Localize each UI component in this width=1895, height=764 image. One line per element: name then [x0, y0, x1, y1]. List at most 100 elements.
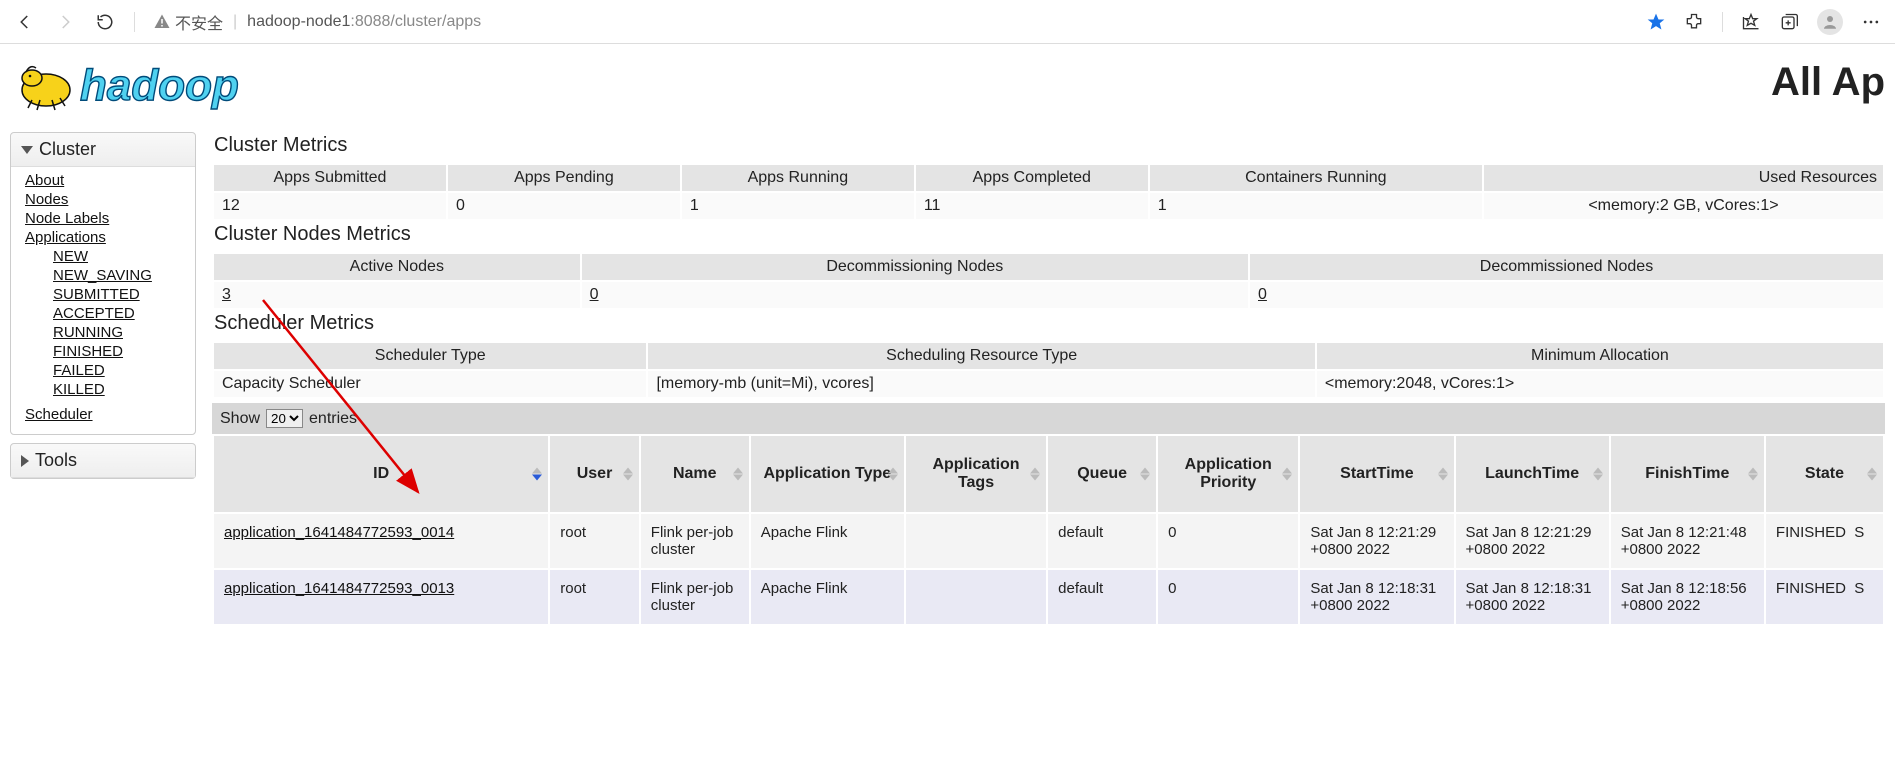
th-apps-completed: Apps Completed: [915, 164, 1149, 192]
td-scheduler-type: Capacity Scheduler: [213, 370, 647, 398]
td-apps-pending: 0: [447, 192, 681, 220]
extension-icon[interactable]: [1684, 12, 1704, 32]
sidebar-link-submitted[interactable]: SUBMITTED: [53, 285, 185, 304]
page-title: All Ap: [1771, 60, 1885, 105]
cell-app-tags: [905, 569, 1047, 625]
profile-avatar[interactable]: [1817, 9, 1843, 35]
th-decommissioning-nodes: Decommissioning Nodes: [581, 253, 1249, 281]
separator: [134, 12, 135, 32]
cell-state: FINISHED S: [1765, 513, 1884, 569]
entries-select[interactable]: 20: [266, 409, 303, 428]
td-active-nodes: 3: [213, 281, 581, 309]
th-id[interactable]: ID: [213, 435, 549, 513]
sidebar-link-about[interactable]: About: [25, 171, 185, 190]
td-min-allocation: <memory:2048, vCores:1>: [1316, 370, 1884, 398]
cell-launch: Sat Jan 8 12:18:31 +0800 2022: [1455, 569, 1610, 625]
favorites-icon[interactable]: [1741, 12, 1761, 32]
star-icon[interactable]: [1646, 12, 1666, 32]
collections-icon[interactable]: [1779, 12, 1799, 32]
entries-length-control: Show 20 entries: [212, 403, 1885, 434]
sidebar-link-finished[interactable]: FINISHED: [53, 342, 185, 361]
sidebar-link-scheduler[interactable]: Scheduler: [25, 405, 185, 424]
sidebar-link-running[interactable]: RUNNING: [53, 323, 185, 342]
sidebar-link-new[interactable]: NEW: [53, 247, 185, 266]
section-title-nodes-metrics: Cluster Nodes Metrics: [214, 223, 1885, 246]
th-active-nodes: Active Nodes: [213, 253, 581, 281]
collapse-icon: [21, 146, 33, 154]
td-used-resources: <memory:2 GB, vCores:1>: [1483, 192, 1884, 220]
cell-app-type: Apache Flink: [750, 513, 905, 569]
security-label: 不安全: [175, 10, 223, 34]
expand-icon: [21, 455, 29, 467]
scheduler-metrics-table: Scheduler Type Scheduling Resource Type …: [212, 341, 1885, 399]
sidebar-link-failed[interactable]: FAILED: [53, 361, 185, 380]
th-priority[interactable]: Application Priority: [1157, 435, 1299, 513]
more-icon[interactable]: [1861, 12, 1881, 32]
th-containers-running: Containers Running: [1149, 164, 1483, 192]
cluster-metrics-table: Apps Submitted Apps Pending Apps Running…: [212, 163, 1885, 221]
app-id-link[interactable]: application_1641484772593_0014: [224, 524, 454, 541]
cell-launch: Sat Jan 8 12:21:29 +0800 2022: [1455, 513, 1610, 569]
th-finish[interactable]: FinishTime: [1610, 435, 1765, 513]
app-id-link[interactable]: application_1641484772593_0013: [224, 580, 454, 597]
link-decommissioned-nodes[interactable]: 0: [1258, 286, 1267, 303]
sidebar-link-applications[interactable]: Applications: [25, 228, 185, 247]
reload-button[interactable]: [94, 11, 116, 33]
th-decommissioned-nodes: Decommissioned Nodes: [1249, 253, 1884, 281]
sidebar-app-states: NEW NEW_SAVING SUBMITTED ACCEPTED RUNNIN…: [53, 247, 185, 399]
th-app-type[interactable]: Application Type: [750, 435, 905, 513]
sidebar-panel-tools: Tools: [10, 443, 196, 479]
forward-button[interactable]: [54, 11, 76, 33]
table-row: application_1641484772593_0014rootFlink …: [213, 513, 1884, 569]
th-launch[interactable]: LaunchTime: [1455, 435, 1610, 513]
sidebar-link-killed[interactable]: KILLED: [53, 380, 185, 399]
cell-start: Sat Jan 8 12:21:29 +0800 2022: [1299, 513, 1454, 569]
link-active-nodes[interactable]: 3: [222, 286, 231, 303]
th-name[interactable]: Name: [640, 435, 750, 513]
sidebar-link-new-saving[interactable]: NEW_SAVING: [53, 266, 185, 285]
back-button[interactable]: [14, 11, 36, 33]
cell-name: Flink per-job cluster: [640, 513, 750, 569]
browser-right-icons: [1646, 9, 1881, 35]
cell-id: application_1641484772593_0014: [213, 513, 549, 569]
section-title-cluster-metrics: Cluster Metrics: [214, 134, 1885, 157]
security-warning: 不安全: [153, 10, 223, 34]
sidebar-panel-cluster: Cluster About Nodes Node Labels Applicat…: [10, 132, 196, 435]
page-header: hadoop All Ap: [0, 44, 1895, 124]
entries-label: entries: [309, 410, 357, 428]
td-scheduling-resource-type: [memory-mb (unit=Mi), vcores]: [647, 370, 1315, 398]
main-content: Cluster Metrics Apps Submitted Apps Pend…: [212, 132, 1885, 626]
th-apps-submitted: Apps Submitted: [213, 164, 447, 192]
sidebar-panel-cluster-header[interactable]: Cluster: [11, 133, 195, 167]
sidebar-panel-tools-header[interactable]: Tools: [11, 444, 195, 478]
link-decommissioning-nodes[interactable]: 0: [590, 286, 599, 303]
url-text: hadoop-node1:8088/cluster/apps: [247, 13, 481, 31]
th-start[interactable]: StartTime: [1299, 435, 1454, 513]
sidebar-link-nodes[interactable]: Nodes: [25, 190, 185, 209]
th-user[interactable]: User: [549, 435, 640, 513]
cell-finish: Sat Jan 8 12:18:56 +0800 2022: [1610, 569, 1765, 625]
th-queue[interactable]: Queue: [1047, 435, 1157, 513]
address-bar[interactable]: 不安全 | hadoop-node1:8088/cluster/apps: [153, 10, 1628, 34]
cell-id: application_1641484772593_0013: [213, 569, 549, 625]
section-title-scheduler-metrics: Scheduler Metrics: [214, 312, 1885, 335]
panel-title: Cluster: [39, 139, 96, 160]
browser-toolbar: 不安全 | hadoop-node1:8088/cluster/apps: [0, 0, 1895, 44]
separator: |: [233, 13, 237, 31]
applications-table: ID User Name Application Type Applicatio…: [212, 434, 1885, 626]
th-scheduler-type: Scheduler Type: [213, 342, 647, 370]
cell-priority: 0: [1157, 513, 1299, 569]
th-state[interactable]: State: [1765, 435, 1884, 513]
cell-queue: default: [1047, 513, 1157, 569]
td-decommissioned-nodes: 0: [1249, 281, 1884, 309]
sidebar-link-accepted[interactable]: ACCEPTED: [53, 304, 185, 323]
cell-queue: default: [1047, 569, 1157, 625]
sidebar-link-node-labels[interactable]: Node Labels: [25, 209, 185, 228]
show-label: Show: [220, 410, 260, 428]
nodes-metrics-table: Active Nodes Decommissioning Nodes Decom…: [212, 252, 1885, 310]
td-decommissioning-nodes: 0: [581, 281, 1249, 309]
th-app-tags[interactable]: Application Tags: [905, 435, 1047, 513]
panel-title: Tools: [35, 450, 77, 471]
cell-name: Flink per-job cluster: [640, 569, 750, 625]
th-apps-pending: Apps Pending: [447, 164, 681, 192]
